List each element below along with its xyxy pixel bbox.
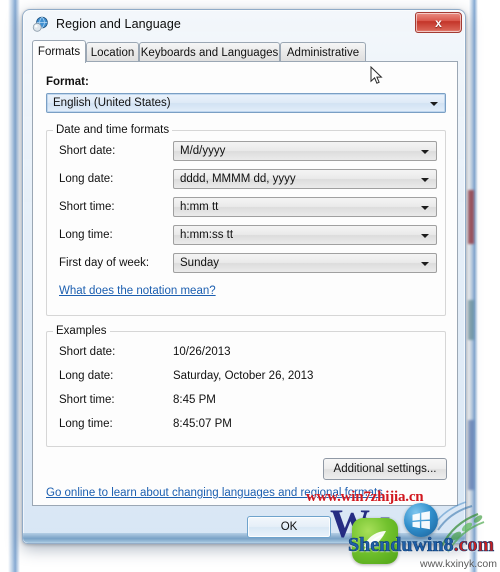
long-date-label: Long date: xyxy=(59,173,114,185)
background-blob-red xyxy=(468,190,474,244)
chevron-down-icon xyxy=(421,206,429,210)
first-day-of-week-combobox[interactable]: Sunday xyxy=(173,253,437,273)
date-and-time-formats-title: Date and time formats xyxy=(53,124,173,136)
watermark-win7zhijia: www.win7zhijia.cn xyxy=(306,489,424,505)
background-blob-teal xyxy=(468,300,474,340)
example-short-time-value: 8:45 PM xyxy=(173,394,216,406)
tab-location-label: Location xyxy=(90,46,135,59)
chevron-down-icon xyxy=(421,262,429,266)
additional-settings-label: Additional settings... xyxy=(333,463,437,475)
format-combobox[interactable]: English (United States) xyxy=(46,93,446,113)
tab-formats-label: Formats xyxy=(37,46,81,58)
example-long-time-value: 8:45:07 PM xyxy=(173,418,232,430)
ok-button-label: OK xyxy=(280,521,298,533)
tab-administrative[interactable]: Administrative xyxy=(280,42,366,62)
watermark-kxinyk: www.kxinyk.com xyxy=(420,558,498,570)
short-time-label: Short time: xyxy=(59,201,115,213)
dialog-client-area: Formats Location Keyboards and Languages… xyxy=(32,40,458,506)
chevron-down-icon xyxy=(421,150,429,154)
ok-button[interactable]: OK xyxy=(247,516,331,538)
tab-location[interactable]: Location xyxy=(86,42,139,62)
chevron-down-icon xyxy=(421,234,429,238)
tab-formats[interactable]: Formats xyxy=(32,40,86,63)
tab-keyboards-and-languages[interactable]: Keyboards and Languages xyxy=(139,42,280,62)
example-short-time-label: Short time: xyxy=(59,394,115,406)
format-label: Format: xyxy=(46,76,89,88)
chevron-down-icon xyxy=(421,178,429,182)
first-day-of-week-combobox-value: Sunday xyxy=(180,257,220,269)
first-day-of-week-label: First day of week: xyxy=(59,257,150,269)
example-short-date-label: Short date: xyxy=(59,346,116,358)
example-long-time-label: Long time: xyxy=(59,418,113,430)
format-combobox-value: English (United States) xyxy=(53,97,171,109)
long-time-combobox-value: h:mm:ss tt xyxy=(180,229,234,241)
short-time-combobox[interactable]: h:mm tt xyxy=(173,197,437,217)
long-date-combobox-value: dddd, MMMM dd, yyyy xyxy=(180,173,296,185)
background-blob-blue xyxy=(468,420,474,490)
example-long-date-label: Long date: xyxy=(59,370,114,382)
formats-tab-panel: Format: English (United States) Date and… xyxy=(32,61,458,506)
watermark-shenduwin8-blue: Shenduwin8 xyxy=(348,534,454,557)
additional-settings-button[interactable]: Additional settings... xyxy=(323,458,447,480)
chevron-down-icon xyxy=(430,102,438,106)
long-time-label: Long time: xyxy=(59,229,113,241)
tab-administrative-label: Administrative xyxy=(286,46,360,59)
window-title: Region and Language xyxy=(56,17,181,31)
watermark-shenduwin8-red: .com xyxy=(453,534,495,557)
title-bar[interactable]: Region and Language x xyxy=(23,10,465,40)
short-date-combobox-value: M/d/yyyy xyxy=(180,145,226,157)
tab-keyboards-and-languages-label: Keyboards and Languages xyxy=(140,46,279,59)
watermark-shenduwin8: Shenduwin8.com xyxy=(348,534,495,557)
example-long-date-value: Saturday, October 26, 2013 xyxy=(173,370,314,382)
close-icon: x xyxy=(435,15,442,30)
notation-help-link[interactable]: What does the notation mean? xyxy=(59,285,216,297)
example-short-date-value: 10/26/2013 xyxy=(173,346,231,358)
short-date-combobox[interactable]: M/d/yyyy xyxy=(173,141,437,161)
short-time-combobox-value: h:mm tt xyxy=(180,201,219,213)
region-and-language-dialog: Region and Language x Formats Location K… xyxy=(22,9,466,544)
long-date-combobox[interactable]: dddd, MMMM dd, yyyy xyxy=(173,169,437,189)
long-time-combobox[interactable]: h:mm:ss tt xyxy=(173,225,437,245)
watermark-windows-flag-icon xyxy=(404,503,438,537)
globe-icon xyxy=(32,16,49,33)
examples-title: Examples xyxy=(53,325,110,337)
close-button[interactable]: x xyxy=(415,12,462,33)
background-streak-left xyxy=(8,0,20,572)
short-date-label: Short date: xyxy=(59,145,116,157)
tab-strip: Formats Location Keyboards and Languages… xyxy=(32,40,458,63)
